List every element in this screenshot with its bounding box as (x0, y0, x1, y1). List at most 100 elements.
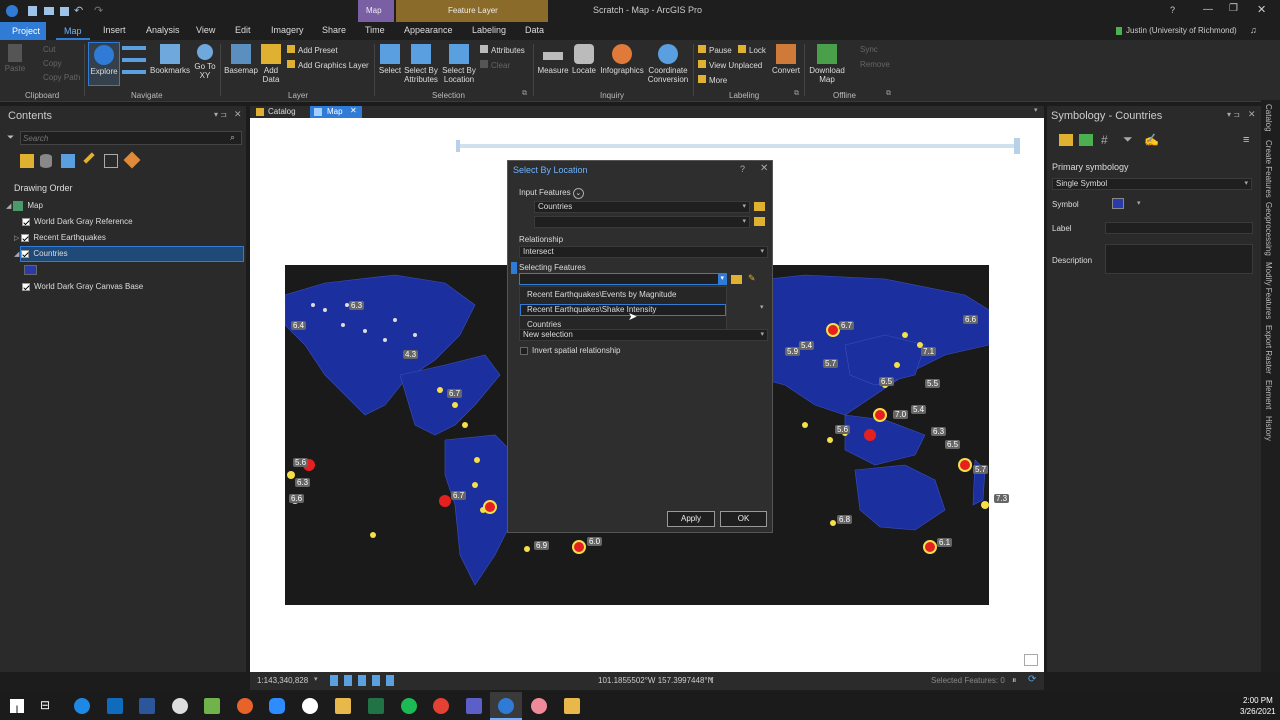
explore-button[interactable]: Explore (88, 42, 120, 86)
side-tab-catalog[interactable]: Catalog (1264, 104, 1273, 132)
list-by-source-icon[interactable] (40, 154, 52, 168)
tab-edit[interactable]: Edit (235, 25, 251, 35)
slack-icon[interactable] (302, 698, 318, 714)
zoom-tools-icon[interactable] (122, 46, 146, 82)
symbology-close-icon[interactable]: ✕ (1248, 109, 1256, 120)
quick-access-open-icon[interactable] (44, 7, 54, 15)
filter-icon[interactable]: ⏷ (7, 132, 14, 143)
symbol-layer-drawing-icon[interactable]: # (1101, 133, 1108, 147)
outlook-icon[interactable] (107, 698, 123, 714)
view-unplaced-button[interactable]: View Unplaced (698, 60, 762, 70)
side-tab-export-raster[interactable]: Export Raster (1264, 325, 1273, 374)
remove-button[interactable]: Remove (860, 60, 890, 69)
pause-labeling-button[interactable]: Pause (698, 45, 732, 55)
tree-map[interactable]: ◢ Map (6, 201, 43, 211)
symbology-method-combo[interactable]: Single Symbol ▾ (1052, 178, 1252, 190)
symbol-swatch[interactable] (1112, 198, 1124, 209)
copy-path-button[interactable]: Copy Path (43, 73, 80, 82)
layer-visibility-checkbox[interactable] (22, 282, 30, 291)
refresh-icon[interactable]: ⟳ (1028, 674, 1036, 685)
lock-labels-button[interactable]: Lock (738, 45, 766, 55)
close-map-tab-icon[interactable]: ✕ (350, 106, 357, 115)
word-icon[interactable] (139, 698, 155, 714)
contents-search-input[interactable] (23, 132, 213, 144)
description-input[interactable] (1105, 244, 1253, 274)
notification-bell-icon[interactable]: ♫ (1250, 25, 1257, 35)
input-features-combo[interactable]: Countries ▾ (534, 201, 750, 213)
layer-visibility-checkbox[interactable] (21, 233, 30, 242)
contents-close-icon[interactable]: ✕ (234, 109, 242, 120)
scale-dropdown-icon[interactable]: ▾ (314, 675, 318, 683)
input-browse-folder-icon[interactable] (754, 202, 765, 211)
tab-data[interactable]: Data (525, 25, 544, 35)
list-by-snapping-icon[interactable] (104, 154, 118, 168)
layer-countries[interactable]: ◢ Countries (14, 249, 68, 258)
list-by-drawing-order-icon[interactable] (20, 154, 34, 168)
input-features-combo-empty[interactable]: ▾ (534, 216, 750, 228)
tab-map[interactable]: Map (56, 22, 90, 40)
add-preset-button[interactable]: Add Preset (287, 45, 338, 55)
user-name[interactable]: Justin (University of Richmond) (1126, 26, 1237, 35)
dropdown-item-countries[interactable]: Countries (527, 320, 561, 329)
infographics-button[interactable]: Infographics (599, 44, 645, 75)
add-data-button[interactable]: Add Data (259, 44, 283, 84)
input-features-expand-icon[interactable]: ⌄ (572, 188, 584, 199)
tab-appearance[interactable]: Appearance (404, 25, 453, 35)
sync-button[interactable]: Sync (860, 45, 878, 54)
copy-button[interactable]: Copy (43, 59, 62, 68)
tab-list-dropdown-icon[interactable]: ▾ (1034, 106, 1038, 114)
quick-access-save-icon[interactable] (60, 7, 69, 16)
symbology-advanced-icon[interactable]: ✍ (1144, 133, 1159, 147)
relationship-combo[interactable]: Intersect ▾ (519, 246, 768, 258)
side-tab-create-features[interactable]: Create Features (1264, 140, 1273, 198)
list-by-editing-icon[interactable] (83, 152, 95, 164)
edge-icon[interactable] (74, 698, 90, 714)
select-button[interactable]: Select (378, 44, 402, 75)
symbology-pane-options-icon[interactable]: ▾ ⊐ (1227, 110, 1240, 119)
contents-pane-options-icon[interactable]: ▾ ⊐ (214, 110, 227, 119)
dropdown-item-events-by-magnitude[interactable]: Recent Earthquakes\Events by Magnitude (527, 290, 676, 299)
map-scale[interactable]: 1:143,340,828 (257, 676, 308, 685)
tab-project[interactable]: Project (0, 22, 46, 40)
side-tab-history[interactable]: History (1264, 416, 1273, 441)
time-slider-end-handle[interactable] (1014, 138, 1020, 154)
layer-world-dark-gray-reference[interactable]: World Dark Gray Reference (22, 217, 133, 226)
coordinate-conversion-button[interactable]: Coordinate Conversion (646, 44, 690, 84)
file-explorer-icon[interactable] (335, 698, 351, 714)
selecting-edit-pencil-icon[interactable]: ✎ (748, 273, 756, 284)
contents-search-box[interactable]: ⌕ (20, 131, 242, 145)
label-input[interactable] (1105, 222, 1253, 234)
tab-analysis[interactable]: Analysis (146, 25, 180, 35)
status-tools-icons[interactable] (330, 675, 400, 686)
primary-symbology-tab-icon[interactable] (1059, 134, 1073, 146)
tab-insert[interactable]: Insert (103, 25, 126, 35)
locate-button[interactable]: Locate (570, 44, 598, 75)
app-icon-orange[interactable] (531, 698, 547, 714)
apply-button[interactable]: Apply (667, 511, 715, 527)
tab-view[interactable]: View (196, 25, 215, 35)
side-tab-geoprocessing[interactable]: Geoprocessing (1264, 202, 1273, 256)
tab-imagery[interactable]: Imagery (271, 25, 304, 35)
tab-map-view[interactable]: Map ✕ (310, 106, 362, 118)
invert-checkbox-box[interactable] (520, 346, 528, 355)
tab-labeling[interactable]: Labeling (472, 25, 506, 35)
app-icon-green[interactable] (204, 698, 220, 714)
labeling-group-launcher-icon[interactable]: ⧉ (794, 90, 799, 98)
layer-visibility-checkbox[interactable] (21, 249, 30, 258)
undo-icon[interactable]: ↶ (74, 4, 83, 17)
selecting-browse-folder-icon[interactable] (731, 275, 742, 284)
side-tab-modify-features[interactable]: Modify Features (1264, 262, 1273, 319)
more-labeling-button[interactable]: More (698, 75, 727, 85)
selection-group-launcher-icon[interactable]: ⧉ (522, 90, 527, 98)
layer-recent-earthquakes[interactable]: ▷ Recent Earthquakes (14, 233, 106, 242)
close-window-button[interactable]: ✕ (1257, 3, 1266, 16)
maximize-button[interactable]: ❐ (1229, 3, 1238, 14)
clear-selection-button[interactable]: Clear (480, 60, 510, 70)
list-by-labeling-icon[interactable] (123, 151, 141, 169)
attributes-button[interactable]: Attributes (480, 45, 525, 55)
task-view-icon[interactable]: ⊟ (40, 698, 50, 712)
basemap-button[interactable]: Basemap (224, 44, 258, 75)
side-tab-element[interactable]: Element (1264, 380, 1273, 409)
input-browse-folder-icon-2[interactable] (754, 217, 765, 226)
goto-xy-button[interactable]: Go To XY (192, 44, 218, 80)
